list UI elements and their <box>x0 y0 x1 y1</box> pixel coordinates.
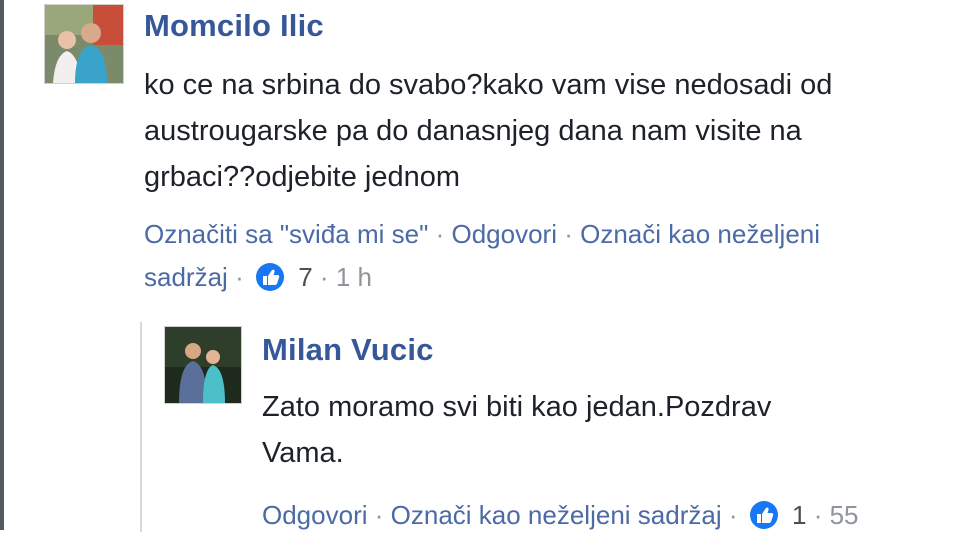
report-link[interactable]: Označi kao neželjeni <box>580 219 820 249</box>
avatar[interactable] <box>44 4 124 84</box>
like-icon[interactable] <box>255 262 285 299</box>
reply-author[interactable]: Milan Vucic <box>262 332 434 368</box>
separator: · <box>435 219 445 249</box>
comment-actions-line2: sadržaj · 7 · 1 h <box>144 262 372 299</box>
reply-link[interactable]: Odgovori <box>451 219 557 249</box>
avatar[interactable] <box>164 326 242 404</box>
comment-text-line: austrougarske pa do danasnjeg dana nam v… <box>144 115 802 147</box>
reply-thread-line <box>140 322 142 532</box>
timestamp[interactable]: 1 h <box>336 262 372 292</box>
like-icon[interactable] <box>749 500 779 537</box>
reply-link[interactable]: Odgovori <box>262 500 368 530</box>
timestamp[interactable]: 55 <box>830 500 859 530</box>
reply-actions: Odgovori · Označi kao neželjeni sadržaj … <box>262 500 859 537</box>
comment-text: ko ce na srbina do svabo?kako vam vise n… <box>144 62 832 200</box>
left-border <box>0 0 4 530</box>
separator: · <box>374 500 384 530</box>
separator: · <box>728 500 738 530</box>
like-count[interactable]: 7 <box>298 262 312 292</box>
reply-text-line: Vama. <box>262 437 344 469</box>
report-link[interactable]: Označi kao neželjeni sadržaj <box>391 500 722 530</box>
reply-text: Zato moramo svi biti kao jedan.Pozdrav V… <box>262 384 771 476</box>
report-link-cont[interactable]: sadržaj <box>144 262 228 292</box>
comment-actions: Označiti sa "sviđa mi se" · Odgovori · O… <box>144 219 820 250</box>
separator: · <box>319 262 329 292</box>
reply-text-line: Zato moramo svi biti kao jedan.Pozdrav <box>262 391 772 423</box>
separator: · <box>564 219 573 249</box>
separator: · <box>813 500 823 530</box>
comment-text-line: grbaci??odjebite jednom <box>144 161 460 193</box>
comment-author[interactable]: Momcilo Ilic <box>144 8 324 44</box>
like-count[interactable]: 1 <box>792 500 806 530</box>
like-link[interactable]: Označiti sa "sviđa mi se" <box>144 219 428 249</box>
separator: · <box>235 262 244 292</box>
comment-text-line: ko ce na srbina do svabo?kako vam vise n… <box>144 69 833 101</box>
